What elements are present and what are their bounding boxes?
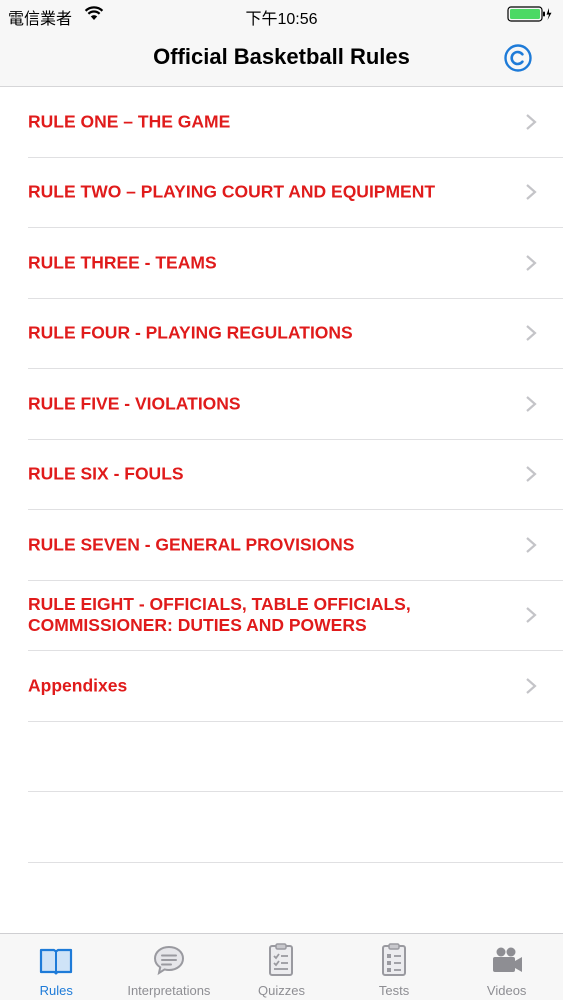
battery-icon [507,6,552,22]
book-icon [40,948,73,975]
tab-label: Videos [486,983,527,998]
clipboard-check-icon [269,943,294,976]
tab-rules[interactable]: Rules [0,934,113,1000]
list-item-rule-eight[interactable]: RULE EIGHT - OFFICIALS, TABLE OFFICIALS,… [28,581,563,651]
chevron-right-icon [526,113,537,130]
copyright-icon[interactable] [503,43,533,73]
speech-bubble-icon [153,945,184,976]
chevron-right-icon [526,677,537,694]
list-item-label: RULE TWO – PLAYING COURT AND EQUIPMENT [28,181,436,202]
list-item-rule-six[interactable]: RULE SIX - FOULS [28,440,563,510]
tab-quizzes[interactable]: Quizzes [225,934,338,1000]
list-item-label: Appendixes [28,675,128,696]
rules-list: RULE ONE – THE GAME RULE TWO – PLAYING C… [0,87,563,863]
list-item-rule-seven[interactable]: RULE SEVEN - GENERAL PROVISIONS [28,510,563,581]
chevron-right-icon [526,254,537,271]
page-title: Official Basketball Rules [153,44,410,69]
list-item-label: RULE FIVE - VIOLATIONS [28,393,241,414]
status-time: 下午10:56 [245,11,318,28]
list-item-label: RULE SEVEN - GENERAL PROVISIONS [28,534,355,555]
list-item-label: RULE FOUR - PLAYING REGULATIONS [28,322,353,343]
list-item-rule-five[interactable]: RULE FIVE - VIOLATIONS [28,369,563,440]
list-item-rule-two[interactable]: RULE TWO – PLAYING COURT AND EQUIPMENT [28,158,563,228]
tab-videos[interactable]: Videos [450,934,563,1000]
status-bar: 電信業者 下午10:56 [0,0,563,30]
list-item-label: RULE SIX - FOULS [28,463,184,484]
tab-tests[interactable]: Tests [338,934,451,1000]
chevron-right-icon [526,466,537,483]
clipboard-list-icon [382,943,407,976]
navigation-bar: Official Basketball Rules [0,30,563,87]
empty-list-row [28,722,563,792]
chevron-right-icon [526,395,537,412]
list-item-label: RULE ONE – THE GAME [28,111,231,132]
list-item-rule-three[interactable]: RULE THREE - TEAMS [28,228,563,299]
list-item-label: RULE EIGHT - OFFICIALS, TABLE OFFICIALS,… [28,594,411,636]
chevron-right-icon [526,607,537,624]
tab-label: Rules [39,983,73,998]
empty-list-row [28,792,563,863]
list-item-appendixes[interactable]: Appendixes [28,651,563,722]
list-item-rule-four[interactable]: RULE FOUR - PLAYING REGULATIONS [28,299,563,369]
list-item-rule-one[interactable]: RULE ONE – THE GAME [28,87,563,158]
tab-interpretations[interactable]: Interpretations [113,934,226,1000]
chevron-right-icon [526,184,537,201]
video-camera-icon [492,947,522,972]
tab-label: Quizzes [258,983,305,998]
chevron-right-icon [526,325,537,342]
tab-label: Tests [378,983,410,998]
list-item-label: RULE THREE - TEAMS [28,252,217,273]
chevron-right-icon [526,536,537,553]
tab-bar: Rules Interpretations Quizzes Tests Vide… [0,933,563,1000]
tab-label: Interpretations [127,983,211,998]
